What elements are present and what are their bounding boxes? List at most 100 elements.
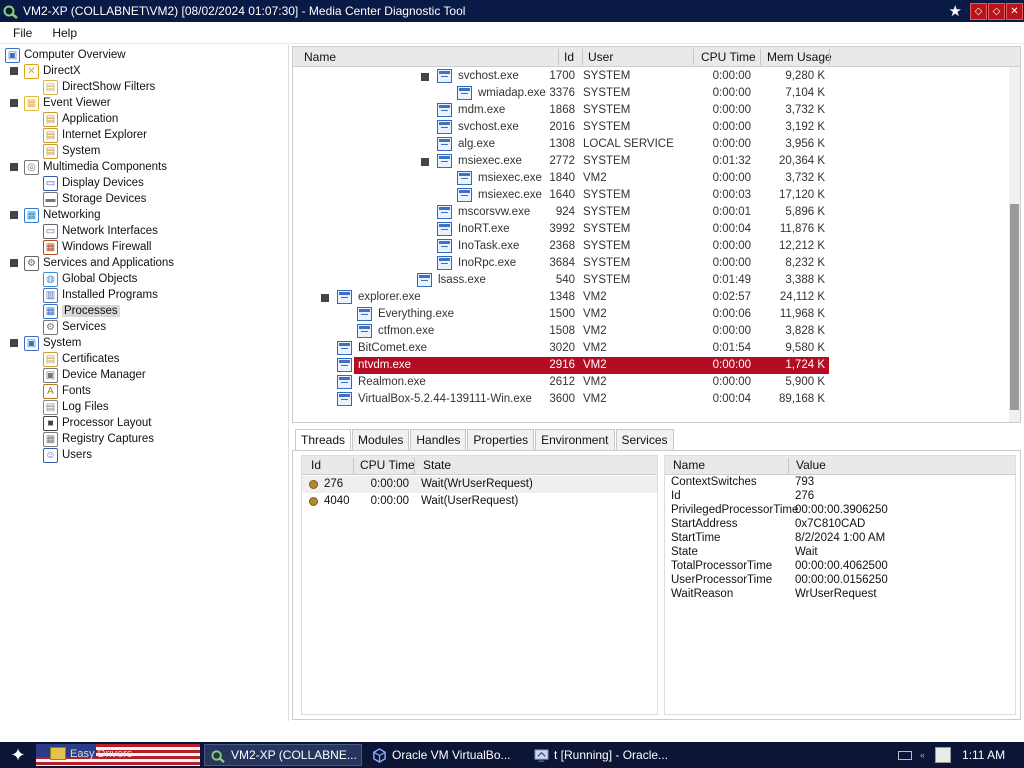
property-row[interactable]: WaitReason WrUserRequest bbox=[665, 588, 1015, 602]
scrollbar-thumb[interactable] bbox=[1010, 204, 1019, 410]
tree-item-processes[interactable]: ▦ Processes bbox=[43, 303, 120, 319]
start-button[interactable]: ✦ bbox=[0, 742, 36, 768]
property-row[interactable]: UserProcessorTime 00:00:00.0156250 bbox=[665, 574, 1015, 588]
tree-expander[interactable] bbox=[10, 163, 18, 171]
close-button[interactable]: ✕ bbox=[1006, 2, 1023, 20]
tree-item-network-interfaces[interactable]: ▭ Network Interfaces bbox=[43, 223, 158, 239]
process-row[interactable]: svchost.exe 1700 SYSTEM 0:00:00 9,280 K bbox=[293, 68, 829, 85]
property-row[interactable]: PrivilegedProcessorTime 00:00:00.3906250 bbox=[665, 504, 1015, 518]
process-row[interactable]: VirtualBox-5.2.44-139111-Win.exe 3600 VM2 0… bbox=[293, 391, 829, 408]
property-row[interactable]: TotalProcessorTime 00:00:00.4062500 bbox=[665, 560, 1015, 574]
tree-item-users[interactable]: ☺ Users bbox=[43, 447, 92, 463]
minimize-button[interactable]: ◇ bbox=[988, 2, 1005, 20]
star-icon[interactable]: ★ bbox=[949, 2, 962, 20]
tab-handles[interactable]: Handles bbox=[410, 429, 467, 450]
column-id[interactable]: Id bbox=[564, 50, 574, 64]
tree-item-directshow-filters[interactable]: ▤ DirectShow Filters bbox=[43, 79, 155, 95]
process-row[interactable]: InoRpc.exe 3684 SYSTEM 0:00:00 8,232 K bbox=[293, 255, 829, 272]
thread-row[interactable]: 276 0:00:00 Wait(WrUserRequest) bbox=[302, 476, 657, 493]
process-row[interactable]: alg.exe 1308 LOCAL SERVICE 0:00:00 3,956 K bbox=[293, 136, 829, 153]
tree-item-log-files[interactable]: ▤ Log Files bbox=[43, 399, 109, 415]
taskbar-button-virtualbox[interactable]: Oracle VM VirtualBo... bbox=[366, 744, 524, 766]
tree-item-processor-layout[interactable]: ■ Processor Layout bbox=[43, 415, 152, 431]
tab-services[interactable]: Services bbox=[615, 429, 674, 450]
process-row[interactable]: mscorsvw.exe 924 SYSTEM 0:00:01 5,896 K bbox=[293, 204, 829, 221]
process-row[interactable]: msiexec.exe 1640 SYSTEM 0:00:03 17,120 K bbox=[293, 187, 829, 204]
tree-item-storage-devices[interactable]: ▬ Storage Devices bbox=[43, 191, 146, 207]
tree-item-system[interactable]: ▣ System bbox=[10, 335, 81, 351]
restore-button[interactable]: ◇ bbox=[970, 2, 987, 20]
process-row[interactable]: mdm.exe 1868 SYSTEM 0:00:00 3,732 K bbox=[293, 102, 829, 119]
tree-item-global-objects[interactable]: ◍ Global Objects bbox=[43, 271, 137, 287]
menu-file[interactable]: File bbox=[6, 26, 39, 40]
process-row[interactable]: lsass.exe 540 SYSTEM 0:01:49 3,388 K bbox=[293, 272, 829, 289]
tree-item-internet-explorer[interactable]: ▤ Internet Explorer bbox=[43, 127, 147, 143]
tab-modules[interactable]: Modules bbox=[352, 429, 410, 450]
taskbar-button-diagnostic-tool[interactable]: VM2-XP (COLLABNE... bbox=[204, 744, 362, 766]
process-expander[interactable] bbox=[321, 294, 329, 302]
tree-item-windows-firewall[interactable]: ▦ Windows Firewall bbox=[43, 239, 151, 255]
tree-item-services-and-applications[interactable]: ⚙ Services and Applications bbox=[10, 255, 174, 271]
property-row[interactable]: StartAddress 0x7C810CAD bbox=[665, 518, 1015, 532]
tree-expander[interactable] bbox=[10, 259, 18, 267]
property-row[interactable]: StartTime 8/2/2024 1:00 AM bbox=[665, 532, 1015, 546]
process-row[interactable]: explorer.exe 1348 VM2 0:02:57 24,112 K bbox=[293, 289, 829, 306]
tree-item-registry-captures[interactable]: ▦ Registry Captures bbox=[43, 431, 154, 447]
tree-expander[interactable] bbox=[10, 67, 18, 75]
column-separator[interactable] bbox=[558, 49, 559, 65]
column-separator[interactable] bbox=[414, 458, 415, 474]
threads-column-state[interactable]: State bbox=[423, 458, 451, 472]
column-separator[interactable] bbox=[582, 49, 583, 65]
tree-item-computer-overview[interactable]: ▣ Computer Overview bbox=[5, 47, 126, 63]
props-column-value[interactable]: Value bbox=[796, 458, 826, 472]
tree-item-system[interactable]: ▤ System bbox=[43, 143, 100, 159]
tree-item-display-devices[interactable]: ▭ Display Devices bbox=[43, 175, 144, 191]
tree-item-installed-programs[interactable]: ▥ Installed Programs bbox=[43, 287, 158, 303]
tree-item-device-manager[interactable]: ▣ Device Manager bbox=[43, 367, 146, 383]
tree-expander[interactable] bbox=[10, 339, 18, 347]
tab-threads[interactable]: Threads bbox=[295, 429, 352, 451]
property-row[interactable]: ContextSwitches 793 bbox=[665, 476, 1015, 490]
property-row[interactable]: Id 276 bbox=[665, 490, 1015, 504]
tree-item-multimedia-components[interactable]: ◎ Multimedia Components bbox=[10, 159, 167, 175]
process-row[interactable]: InoRT.exe 3992 SYSTEM 0:00:04 11,876 K bbox=[293, 221, 829, 238]
column-user[interactable]: User bbox=[588, 50, 613, 64]
column-mem-usage[interactable]: Mem Usage bbox=[767, 50, 832, 64]
tab-properties[interactable]: Properties bbox=[467, 429, 535, 450]
vertical-scrollbar[interactable] bbox=[1009, 67, 1020, 422]
tab-environment[interactable]: Environment bbox=[535, 429, 615, 450]
tree-item-networking[interactable]: ▦ Networking bbox=[10, 207, 101, 223]
process-row[interactable]: Everything.exe 1500 VM2 0:00:06 11,968 K bbox=[293, 306, 829, 323]
process-row[interactable]: ntvdm.exe 2916 VM2 0:00:00 1,724 K bbox=[293, 357, 829, 374]
process-row[interactable]: svchost.exe 2016 SYSTEM 0:00:00 3,192 K bbox=[293, 119, 829, 136]
tree-item-application[interactable]: ▤ Application bbox=[43, 111, 118, 127]
column-separator[interactable] bbox=[693, 49, 694, 65]
tree-item-fonts[interactable]: A Fonts bbox=[43, 383, 91, 399]
tray-arrow-icon[interactable]: « bbox=[920, 750, 925, 760]
process-row[interactable]: wmiadap.exe 3376 SYSTEM 0:00:00 7,104 K bbox=[293, 85, 829, 102]
tree-item-certificates[interactable]: ▤ Certificates bbox=[43, 351, 120, 367]
tree-item-services[interactable]: ⚙ Services bbox=[43, 319, 106, 335]
network-monitor-icon[interactable] bbox=[935, 747, 952, 763]
property-row[interactable]: State Wait bbox=[665, 546, 1015, 560]
process-row[interactable]: msiexec.exe 1840 VM2 0:00:00 3,732 K bbox=[293, 170, 829, 187]
tree-expander[interactable] bbox=[10, 211, 18, 219]
tree-item-event-viewer[interactable]: ▦ Event Viewer bbox=[10, 95, 111, 111]
tree-expander[interactable] bbox=[10, 99, 18, 107]
process-row[interactable]: msiexec.exe 2772 SYSTEM 0:01:32 20,364 K bbox=[293, 153, 829, 170]
column-separator[interactable] bbox=[829, 49, 830, 65]
process-row[interactable]: Realmon.exe 2612 VM2 0:00:00 5,900 K bbox=[293, 374, 829, 391]
process-row[interactable]: InoTask.exe 2368 SYSTEM 0:00:00 12,212 K bbox=[293, 238, 829, 255]
column-name[interactable]: Name bbox=[304, 50, 336, 64]
process-expander[interactable] bbox=[421, 73, 429, 81]
thread-row[interactable]: 4040 0:00:00 Wait(UserRequest) bbox=[302, 493, 657, 510]
threads-column-cpu-time[interactable]: CPU Time bbox=[360, 458, 415, 472]
process-row[interactable]: ctfmon.exe 1508 VM2 0:00:00 3,828 K bbox=[293, 323, 829, 340]
column-separator[interactable] bbox=[353, 458, 354, 474]
props-column-name[interactable]: Name bbox=[673, 458, 705, 472]
threads-column-id[interactable]: Id bbox=[311, 458, 321, 472]
clock[interactable]: 1:11 AM bbox=[962, 748, 1005, 762]
quick-launch-folder[interactable]: Easy Drivers bbox=[36, 744, 200, 766]
process-row[interactable]: BitComet.exe 3020 VM2 0:01:54 9,580 K bbox=[293, 340, 829, 357]
menu-help[interactable]: Help bbox=[45, 26, 84, 40]
